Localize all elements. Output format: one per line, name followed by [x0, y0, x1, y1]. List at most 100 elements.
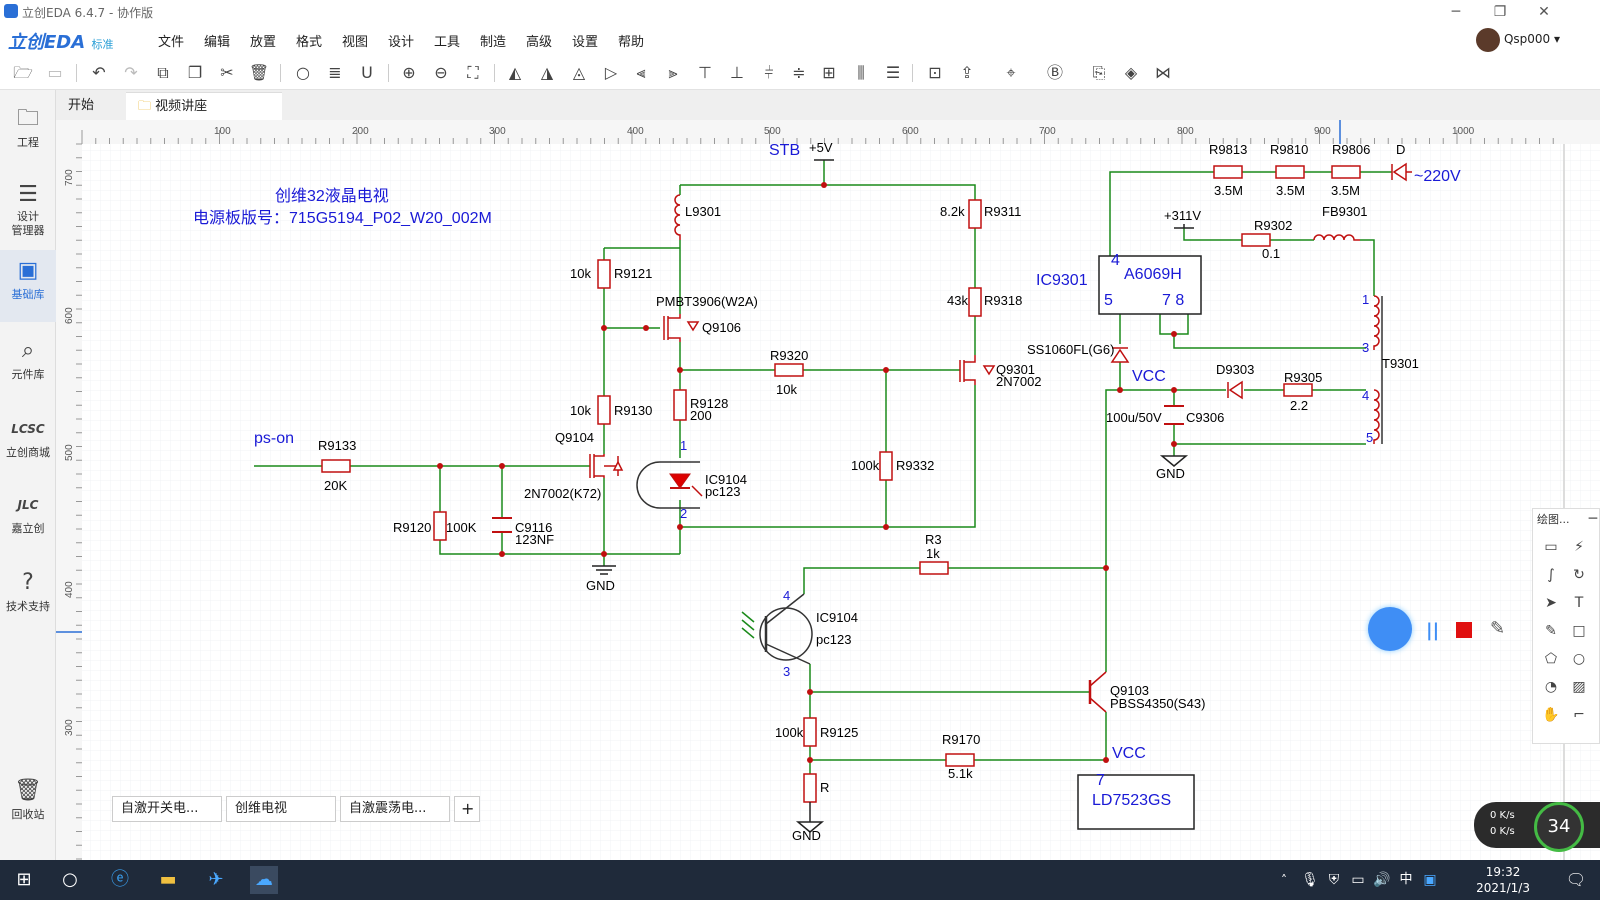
cut-icon[interactable]: ✂	[216, 62, 238, 84]
pause-icon[interactable]: ||	[1426, 620, 1439, 641]
snap-icon[interactable]: ⌖	[1000, 62, 1022, 84]
duplicate-icon[interactable]: ⧉	[152, 62, 174, 84]
menu-file[interactable]: 文件	[158, 31, 184, 50]
copy-icon[interactable]: ❐	[184, 62, 206, 84]
line-icon[interactable]: ⚡	[1569, 537, 1589, 557]
ie-icon[interactable]: ⓔ	[106, 866, 134, 894]
flip-v-icon[interactable]: ▷	[600, 62, 622, 84]
layer-up-icon[interactable]: ⇪	[956, 62, 978, 84]
menu-help[interactable]: 帮助	[618, 31, 644, 50]
menu-fabrication[interactable]: 制造	[480, 31, 506, 50]
sidebar-item-jlc[interactable]: JLC 嘉立创	[0, 490, 56, 536]
share-icon[interactable]: ⋈	[1152, 62, 1174, 84]
bom-icon[interactable]: Ⓑ	[1044, 62, 1066, 84]
sidebar-item-design-manager[interactable]: ☰ 设计 管理器	[0, 180, 56, 238]
export-icon[interactable]: ⎘	[1088, 62, 1110, 84]
undo-icon[interactable]: ↶	[88, 62, 110, 84]
polygon-icon[interactable]: ⬠	[1541, 649, 1561, 669]
restore-button[interactable]: ❐	[1486, 2, 1514, 22]
sidebar-item-lcsc[interactable]: LCSC 立创商城	[0, 414, 56, 460]
pin-1: 1	[680, 438, 688, 453]
find-similar-icon[interactable]: ≣	[324, 62, 346, 84]
notification-icon[interactable]: 🗨	[1562, 866, 1590, 894]
distribute-h-icon[interactable]: ⫼	[850, 62, 872, 84]
close-button[interactable]: ✕	[1530, 2, 1558, 22]
pin-3: 3	[783, 664, 791, 679]
align-center-v-icon[interactable]: ⫩	[758, 62, 780, 84]
align-right-icon[interactable]: ⫸	[662, 62, 684, 84]
sheet-icon[interactable]: ▭	[1541, 537, 1561, 557]
menu-design[interactable]: 设计	[388, 31, 414, 50]
layers-icon[interactable]: ◈	[1120, 62, 1142, 84]
add-sheet-button[interactable]: +	[454, 796, 480, 822]
sidebar-item-component-library[interactable]: ⌕ 元件库	[0, 336, 56, 382]
pie-icon[interactable]: ◔	[1541, 677, 1561, 697]
align-left-icon[interactable]: ⫷	[630, 62, 652, 84]
download-speed: 0 K/s	[1490, 826, 1515, 837]
image-icon[interactable]: ▨	[1569, 677, 1589, 697]
find-icon[interactable]: ○	[292, 62, 314, 84]
zoom-out-icon[interactable]: ⊖	[430, 62, 452, 84]
menu-view[interactable]: 视图	[342, 31, 368, 50]
align-center-h-icon[interactable]: ≑	[788, 62, 810, 84]
menu-format[interactable]: 格式	[296, 31, 322, 50]
distribute-icon[interactable]: ⊞	[818, 62, 840, 84]
avatar[interactable]	[1476, 28, 1500, 52]
redo-icon[interactable]: ↷	[120, 62, 142, 84]
open-icon[interactable]: 🗁	[12, 62, 34, 84]
menu-edit[interactable]: 编辑	[204, 31, 230, 50]
collapse-icon[interactable]: ─	[1583, 509, 1600, 529]
schematic-canvas[interactable]: 100 200 300 400 500 600 700 800 900 1000…	[56, 120, 1600, 860]
menu-place[interactable]: 放置	[250, 31, 276, 50]
menu-advanced[interactable]: 高级	[526, 31, 552, 50]
save-icon[interactable]: ▭	[44, 62, 66, 84]
tab-video-lecture[interactable]: 🗀 视频讲座	[126, 92, 282, 120]
sidebar-item-recycle-bin[interactable]: 🗑 回收站	[0, 776, 56, 822]
pan-icon[interactable]: ✋	[1541, 705, 1561, 725]
ruler-label: 500	[764, 126, 781, 137]
menu-tools[interactable]: 工具	[434, 31, 460, 50]
update-icon[interactable]: U	[356, 62, 378, 84]
rotate-left-icon[interactable]: ◭	[504, 62, 526, 84]
minimize-button[interactable]: ─	[1442, 2, 1470, 22]
tab-start[interactable]: 开始	[56, 92, 124, 120]
fit-icon[interactable]: ⛶	[462, 62, 484, 84]
align-top-icon[interactable]: ⊤	[694, 62, 716, 84]
bird-app-icon[interactable]: ✈	[202, 866, 230, 894]
sheet-tab-1[interactable]: 自激开关电...	[112, 796, 222, 822]
stop-icon[interactable]	[1456, 622, 1472, 638]
bezier-icon[interactable]: ∫	[1541, 565, 1561, 585]
sidebar-item-label: 立创商城	[6, 446, 50, 459]
system-clock[interactable]: 19:32 2021/1/3	[1476, 864, 1530, 896]
rotate-right-icon[interactable]: ◮	[536, 62, 558, 84]
pin-5: 5	[1366, 430, 1374, 445]
user-menu[interactable]: Qsp000 ▾	[1504, 32, 1560, 46]
anchor-icon[interactable]: ⌐	[1569, 705, 1589, 725]
sheet-tab-3[interactable]: 自激震荡电...	[340, 796, 450, 822]
sidebar-item-basic-library[interactable]: ▣ 基础库	[0, 250, 56, 322]
tray-chevron-icon[interactable]: ˄	[1270, 866, 1298, 894]
delete-icon[interactable]: 🗑	[248, 62, 270, 84]
sidebar-item-support[interactable]: ? 技术支持	[0, 568, 56, 614]
windows-start-icon[interactable]: ⊞	[10, 866, 38, 894]
sidebar-item-project[interactable]: 🗀 工程	[0, 104, 56, 150]
record-toggle-button[interactable]	[1368, 607, 1412, 651]
file-explorer-icon[interactable]: ▬	[154, 866, 182, 894]
circle-icon[interactable]: ○	[1569, 649, 1589, 669]
flip-h-icon[interactable]: ◬	[568, 62, 590, 84]
arc-icon[interactable]: ↻	[1569, 565, 1589, 585]
pencil-icon[interactable]: ✎	[1541, 621, 1561, 641]
menu-settings[interactable]: 设置	[572, 31, 598, 50]
search-icon[interactable]: ○	[56, 866, 84, 894]
align-bottom-icon[interactable]: ⊥	[726, 62, 748, 84]
distribute-v-icon[interactable]: ☰	[882, 62, 904, 84]
zoom-in-icon[interactable]: ⊕	[398, 62, 420, 84]
text-icon[interactable]: T	[1569, 593, 1589, 613]
image-icon[interactable]: ⊡	[924, 62, 946, 84]
pen-icon[interactable]: ✎	[1490, 618, 1505, 639]
easyeda-taskbar-icon[interactable]: ☁	[250, 866, 278, 894]
arrow-icon[interactable]: ➤	[1541, 593, 1561, 613]
qq-icon[interactable]: ▣	[1416, 866, 1444, 894]
rectangle-icon[interactable]: □	[1569, 621, 1589, 641]
sheet-tab-2[interactable]: 创维电视	[226, 796, 336, 822]
